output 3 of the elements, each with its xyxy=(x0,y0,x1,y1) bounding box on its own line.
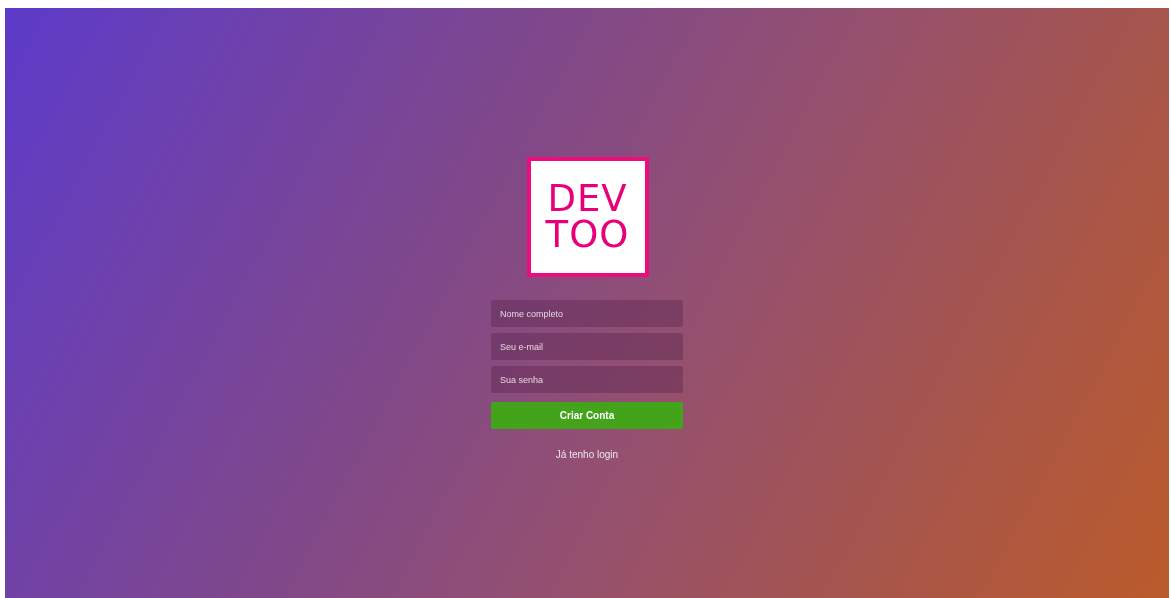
create-account-button[interactable]: Criar Conta xyxy=(491,402,683,429)
logo-text: DEV TOO xyxy=(545,181,630,253)
login-link[interactable]: Já tenho login xyxy=(555,449,619,460)
